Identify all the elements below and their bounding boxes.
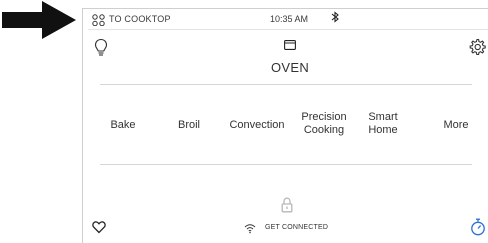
status-divider xyxy=(88,29,488,30)
menu-item-bake[interactable]: Bake xyxy=(106,119,140,132)
bluetooth-icon xyxy=(331,11,339,23)
heart-icon[interactable] xyxy=(92,220,106,234)
oven-icon xyxy=(284,40,296,50)
page-title: OVEN xyxy=(270,60,310,75)
wifi-icon xyxy=(244,224,256,234)
burners-icon xyxy=(92,14,105,27)
menu-item-smart-home[interactable]: Smart Home xyxy=(362,111,404,137)
gear-icon[interactable] xyxy=(468,38,486,56)
menu-item-precision-cooking[interactable]: Precision Cooking xyxy=(294,111,354,137)
menu-item-convection[interactable]: Convection xyxy=(224,119,290,132)
to-cooktop-button[interactable] xyxy=(92,13,106,27)
get-connected-link[interactable]: GET CONNECTED xyxy=(265,224,328,231)
menu-bottom-divider xyxy=(100,164,472,165)
timer-icon[interactable] xyxy=(470,218,486,236)
menu-item-more[interactable]: More xyxy=(440,119,472,132)
arrow-pointer-icon xyxy=(2,1,76,39)
lock-icon[interactable] xyxy=(281,197,293,213)
lightbulb-icon[interactable] xyxy=(94,38,108,58)
menu-top-divider xyxy=(100,84,472,85)
clock-time: 10:35 AM xyxy=(270,14,309,24)
to-cooktop-label[interactable]: TO COOKTOP xyxy=(109,14,171,24)
menu-item-broil[interactable]: Broil xyxy=(172,119,206,132)
